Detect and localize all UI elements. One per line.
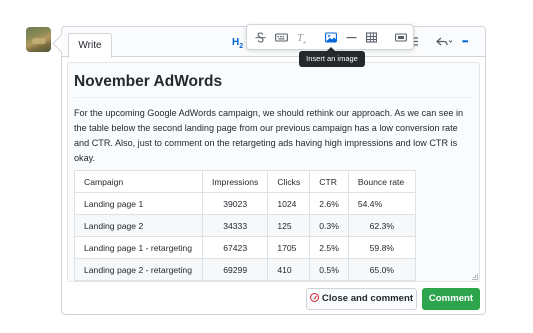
table-cell: 2.5% — [309, 236, 349, 259]
table-header-cell: Bounce rate — [347, 170, 416, 193]
editor-heading: November AdWords — [74, 73, 223, 90]
table-cell: 0.5% — [309, 258, 349, 281]
table-cell: 69299 — [201, 258, 269, 281]
issue-closed-icon — [309, 293, 319, 302]
heading-icon: H2 — [232, 37, 244, 50]
table-cell: 59.8% — [347, 236, 416, 259]
reply-icon — [436, 37, 452, 46]
table-cell: Landing page 2 — [74, 214, 203, 237]
table-cell: 39023 — [201, 192, 269, 215]
reply-button[interactable] — [436, 36, 452, 47]
insert-image-tooltip: Insert an image — [299, 47, 365, 67]
table-cell: Landing page 1 — [74, 192, 203, 215]
avatar[interactable] — [26, 27, 51, 52]
table-cell: Landing page 1 - retargeting — [74, 236, 203, 259]
comment-button[interactable]: Comment — [422, 288, 480, 310]
embed-button[interactable] — [395, 32, 407, 46]
campaign-table: Campaign Impressions Clicks CTR Bounce r… — [74, 170, 416, 281]
heading-divider — [74, 97, 473, 98]
horizontal-rule-button[interactable] — [346, 32, 357, 46]
table-cell: 1024 — [267, 192, 311, 215]
table-header-cell: CTR — [309, 170, 349, 193]
clear-formatting-button[interactable]: Tx — [297, 32, 306, 49]
strikethrough-button[interactable] — [255, 32, 266, 46]
table-cell: 2.6% — [309, 192, 349, 215]
tab-write[interactable]: Write — [68, 33, 112, 58]
editor-paragraph: For the upcoming Google AdWords campaign… — [74, 108, 464, 163]
image-icon — [325, 32, 337, 43]
table-header-row: Campaign Impressions Clicks CTR Bounce r… — [74, 170, 416, 193]
table-cell: Landing page 2 - retargeting — [74, 258, 203, 281]
more-options-button[interactable]: ••• — [462, 36, 468, 48]
table-cell: 65.0% — [347, 258, 416, 281]
insert-table-button[interactable] — [366, 32, 377, 46]
table-header-cell: Campaign — [74, 170, 203, 193]
table-row: Landing page 1 - retargeting 67423 1705 … — [74, 236, 416, 259]
table-cell: 54.4% — [347, 192, 416, 215]
table-header-cell: Clicks — [267, 170, 311, 193]
table-cell: 67423 — [201, 236, 269, 259]
table-cell: 34333 — [201, 214, 269, 237]
table-cell: 410 — [267, 258, 311, 281]
table-cell: 62.3% — [347, 214, 416, 237]
insert-image-button[interactable] — [325, 32, 337, 46]
close-and-comment-label: Close and comment — [321, 293, 414, 304]
table-cell: 125 — [267, 214, 311, 237]
comment-box: Write H2 ⌄ B i ❝ <> ••• November AdWords — [61, 26, 486, 315]
clear-formatting-icon: Tx — [297, 32, 306, 47]
table-row: Landing page 1 39023 1024 2.6% 54.4% — [74, 192, 416, 215]
strikethrough-icon — [255, 32, 266, 43]
table-cell: 1705 — [267, 236, 311, 259]
keyboard-button[interactable] — [275, 32, 288, 46]
table-header-cell: Impressions — [201, 170, 269, 193]
close-and-comment-button[interactable]: Close and comment — [306, 288, 417, 310]
editor-textarea[interactable]: November AdWords For the upcoming Google… — [67, 62, 480, 282]
resize-handle-icon[interactable] — [472, 274, 478, 280]
table-row: Landing page 2 - retargeting 69299 410 0… — [74, 258, 416, 281]
keyboard-icon — [275, 33, 288, 42]
embed-icon — [395, 33, 407, 42]
table-row: Landing page 2 34333 125 0.3% 62.3% — [74, 214, 416, 237]
table-cell: 0.3% — [309, 214, 349, 237]
table-icon — [366, 32, 377, 43]
horizontal-rule-icon — [346, 37, 357, 39]
